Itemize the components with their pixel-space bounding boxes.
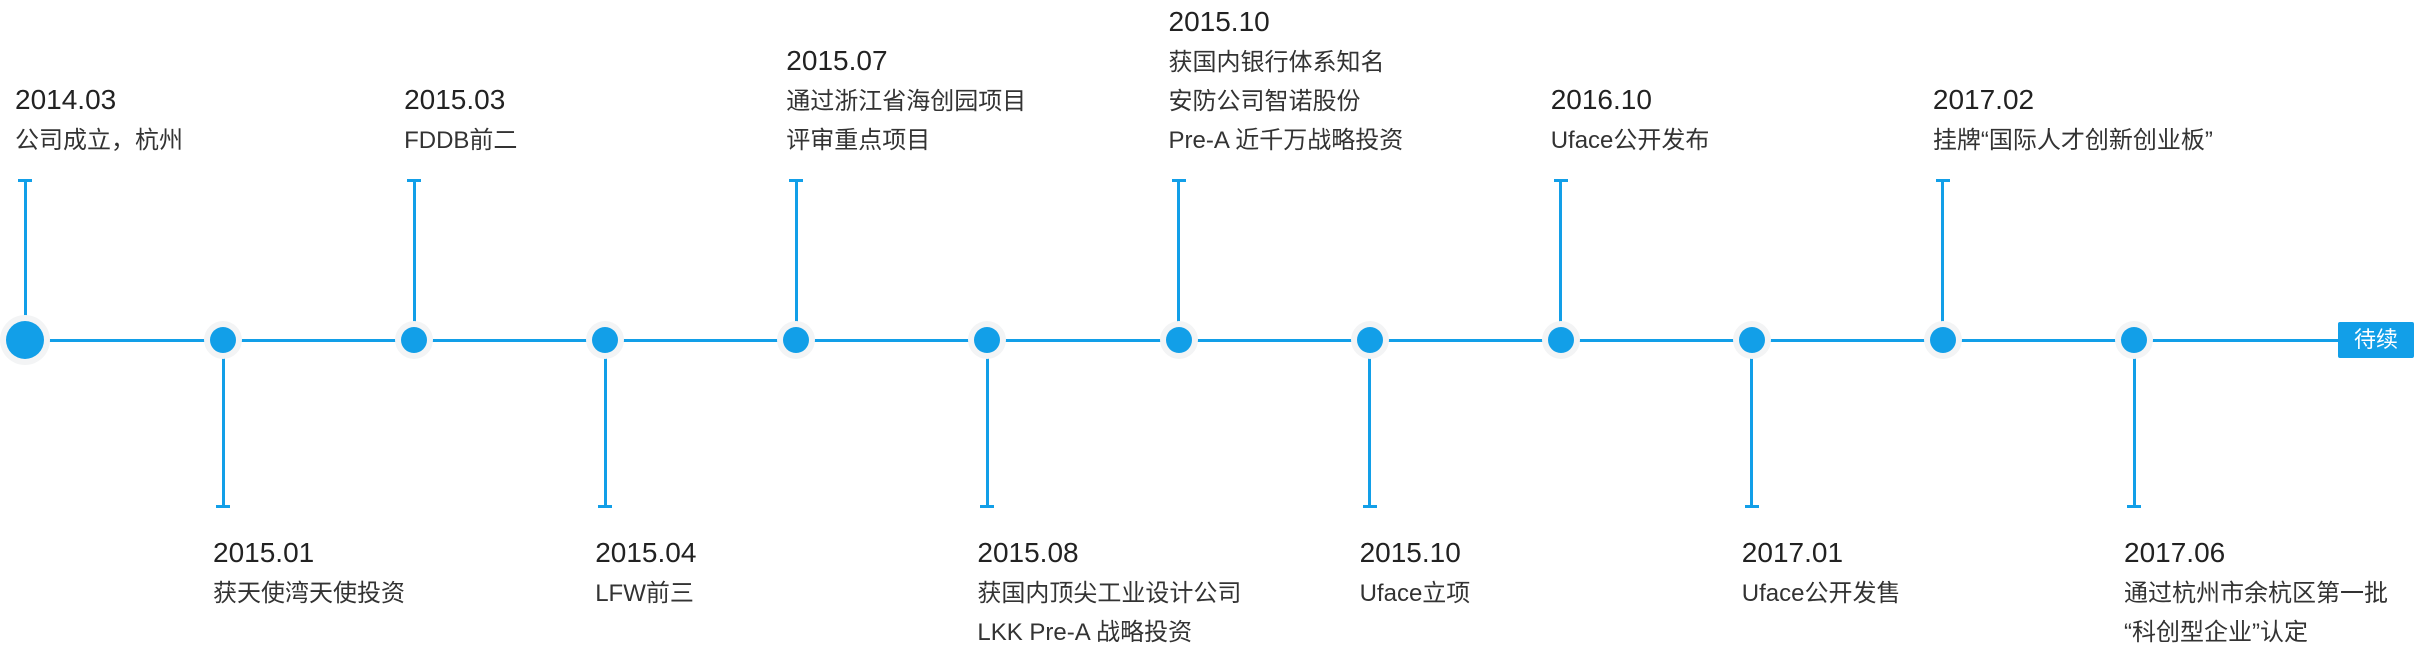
event-text: 2015.01 获天使湾天使投资 [213, 532, 573, 613]
event-date: 2014.03 [15, 84, 117, 115]
event-description: 获天使湾天使投资 [213, 580, 405, 607]
event-description: 获国内顶尖工业设计公司 [977, 580, 1242, 607]
event-date: 2015.03 [404, 84, 506, 115]
timeline-node[interactable] [401, 327, 428, 353]
connector-cap [2127, 505, 2141, 508]
event-text: 2017.02 挂牌“国际人才创新创业板” [1933, 0, 2293, 160]
event-description: LKK Pre-A 战略投资 [977, 619, 1193, 646]
event-date: 2015.10 [1168, 6, 1270, 37]
connector-cap [598, 505, 613, 508]
timeline-node[interactable] [1547, 327, 1574, 353]
event-description: Uface立项 [1359, 580, 1471, 607]
event-text: 2015.08 获国内顶尖工业设计公司 LKK Pre-A 战略投资 [977, 532, 1337, 652]
event-description: Uface公开发布 [1550, 127, 1710, 154]
event-description: 评审重点项目 [786, 127, 931, 154]
event-description: 安防公司智诺股份 [1168, 88, 1361, 115]
event-description: 通过杭州市余杭区第一批 [2124, 580, 2388, 607]
connector-line [1177, 180, 1180, 327]
connector-line [23, 180, 27, 321]
event-date: 2015.01 [213, 537, 315, 568]
event-description: 获国内银行体系知名 [1168, 49, 1385, 76]
timeline-node[interactable] [1356, 327, 1383, 353]
event-description: LFW前三 [595, 580, 694, 607]
connector-cap [18, 179, 32, 182]
connector-line [1368, 353, 1372, 506]
event-text: 2015.10 Uface立项 [1360, 532, 1720, 613]
event-date: 2015.07 [786, 45, 888, 76]
connector-line [412, 180, 416, 327]
timeline-node[interactable] [592, 327, 619, 353]
event-description: 挂牌“国际人才创新创业板” [1932, 127, 2213, 154]
connector-line [794, 180, 798, 327]
connector-cap [216, 505, 230, 508]
event-description: “科创型企业”认定 [2124, 619, 2308, 646]
connector-cap [407, 179, 422, 182]
connector-line [1750, 353, 1754, 506]
connector-cap [1553, 179, 1568, 182]
event-date: 2016.10 [1550, 84, 1652, 115]
event-date: 2017.02 [1932, 84, 2035, 115]
event-description: 通过浙江省海创园项目 [786, 88, 1027, 115]
timeline-node[interactable] [974, 327, 1001, 353]
event-text: 2017.01 Uface公开发售 [1742, 532, 2102, 613]
event-text: 2016.10 Uface公开发布 [1551, 0, 1911, 160]
timeline-node-major[interactable] [6, 321, 44, 359]
connector-cap [980, 505, 995, 508]
connector-line [2132, 353, 2136, 506]
to-be-continued-button[interactable]: 待续 [2338, 322, 2414, 358]
connector-cap [1935, 179, 1950, 182]
connector-cap [1362, 505, 1377, 508]
event-text: 2017.06 通过杭州市余杭区第一批 “科创型企业”认定 [2124, 532, 2428, 652]
event-date: 2017.06 [2124, 537, 2226, 568]
connector-line [1559, 180, 1563, 327]
event-text: 2014.03 公司成立，杭州 [15, 0, 375, 160]
connector-cap [789, 179, 804, 182]
connector-line [603, 353, 607, 506]
event-description: Pre-A 近千万战略投资 [1168, 127, 1404, 154]
event-date: 2017.01 [1741, 537, 1844, 568]
event-date: 2015.04 [595, 537, 697, 568]
event-text: 2015.03 FDDB前二 [404, 0, 764, 160]
event-description: 公司成立，杭州 [15, 127, 183, 154]
event-date: 2015.08 [977, 537, 1079, 568]
event-text: 2015.10 获国内银行体系知名 安防公司智诺股份 Pre-A 近千万战略投资 [1169, 0, 1529, 160]
event-description: FDDB前二 [404, 127, 518, 154]
event-description: Uface公开发售 [1741, 580, 1901, 607]
connector-cap [1744, 505, 1759, 508]
timeline-node[interactable] [783, 327, 810, 353]
connector-line [985, 353, 989, 506]
timeline-node[interactable] [210, 327, 236, 353]
timeline-node[interactable] [1738, 327, 1765, 353]
event-date: 2015.10 [1359, 537, 1461, 568]
connector-line [221, 353, 225, 506]
connector-cap [1171, 179, 1186, 182]
timeline-node[interactable] [1929, 327, 1956, 353]
timeline-node[interactable] [1165, 327, 1192, 353]
timeline-node[interactable] [2121, 327, 2147, 353]
event-text: 2015.04 LFW前三 [595, 532, 955, 613]
connector-line [1941, 180, 1945, 327]
event-text: 2015.07 通过浙江省海创园项目 评审重点项目 [786, 0, 1146, 160]
